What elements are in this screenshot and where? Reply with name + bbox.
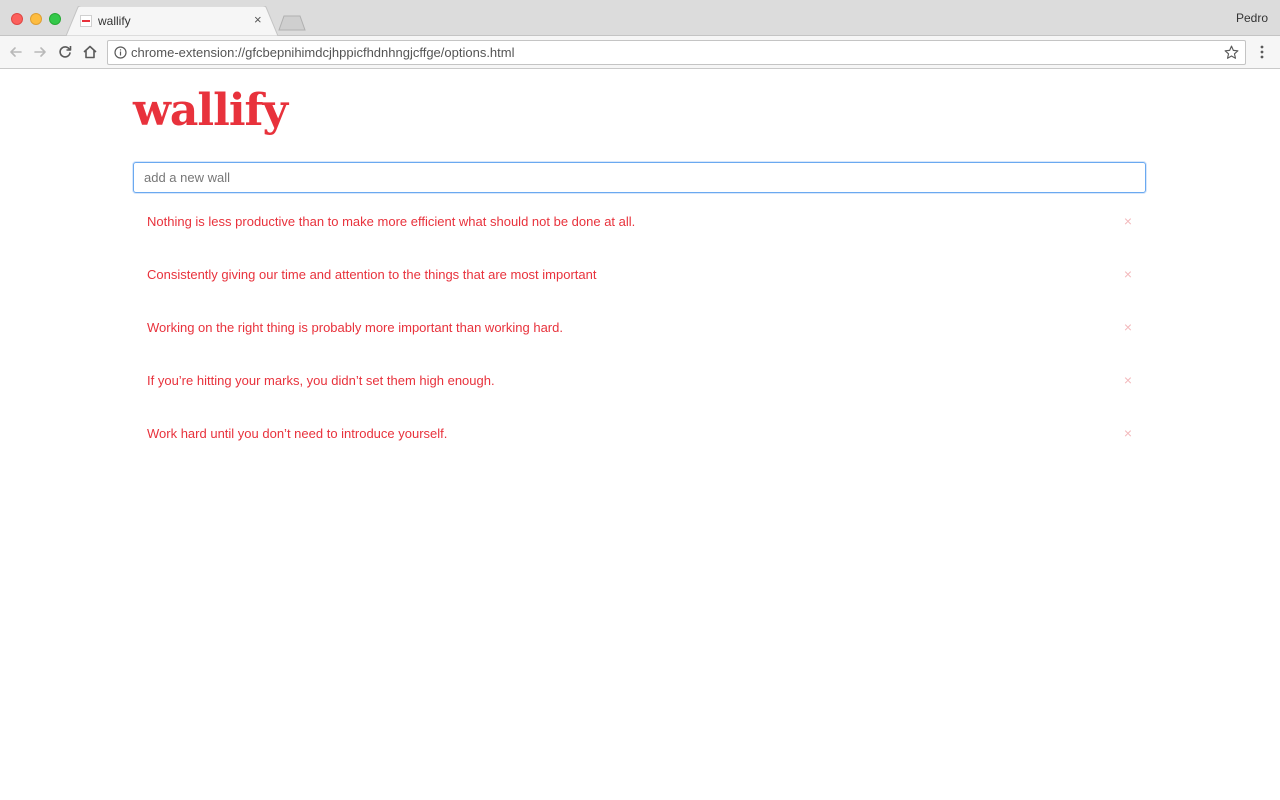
- arrow-right-icon[interactable]: [30, 42, 50, 62]
- star-icon[interactable]: [1223, 44, 1240, 61]
- wall-item: Nothing is less productive than to make …: [133, 194, 1146, 247]
- home-icon[interactable]: [80, 42, 100, 62]
- profile-name[interactable]: Pedro: [1236, 11, 1268, 25]
- remove-wall-icon[interactable]: ×: [1124, 320, 1132, 334]
- arrow-left-icon[interactable]: [6, 42, 26, 62]
- browser-window: wallify × Pedro chrome-extension://gfcbe…: [0, 0, 1280, 800]
- remove-wall-icon[interactable]: ×: [1124, 373, 1132, 387]
- window-minimize-button[interactable]: [30, 13, 42, 25]
- wall-text: Work hard until you don’t need to introd…: [147, 426, 448, 441]
- tab-bar: wallify × Pedro: [0, 0, 1280, 36]
- tab-wallify[interactable]: wallify ×: [66, 6, 278, 36]
- address-bar[interactable]: chrome-extension://gfcbepnihimdcjhppicfh…: [107, 40, 1246, 65]
- remove-wall-icon[interactable]: ×: [1124, 267, 1132, 281]
- wall-text: Nothing is less productive than to make …: [147, 214, 636, 229]
- wall-item: Work hard until you don’t need to introd…: [133, 406, 1146, 459]
- window-close-button[interactable]: [11, 13, 23, 25]
- remove-wall-icon[interactable]: ×: [1124, 214, 1132, 228]
- wallify-logo: wallify: [133, 85, 288, 136]
- wall-item: If you’re hitting your marks, you didn’t…: [133, 353, 1146, 406]
- remove-wall-icon[interactable]: ×: [1124, 426, 1132, 440]
- browser-toolbar: chrome-extension://gfcbepnihimdcjhppicfh…: [0, 36, 1280, 69]
- tab-title: wallify: [98, 14, 131, 28]
- wall-text: Consistently giving our time and attenti…: [147, 267, 597, 282]
- wall-list: Nothing is less productive than to make …: [133, 194, 1146, 459]
- wall-text: Working on the right thing is probably m…: [147, 320, 563, 335]
- reload-icon[interactable]: [55, 42, 75, 62]
- info-icon[interactable]: [114, 46, 127, 59]
- new-tab-button[interactable]: [278, 15, 306, 31]
- tab-favicon-icon: [80, 15, 92, 27]
- page-content: wallify Nothing is less productive than …: [0, 69, 1280, 800]
- address-url[interactable]: chrome-extension://gfcbepnihimdcjhppicfh…: [131, 45, 515, 60]
- tab-close-icon[interactable]: ×: [254, 12, 262, 28]
- window-maximize-button[interactable]: [49, 13, 61, 25]
- add-wall-input[interactable]: [133, 162, 1146, 193]
- more-vertical-icon[interactable]: [1252, 42, 1272, 62]
- wall-item: Consistently giving our time and attenti…: [133, 247, 1146, 300]
- wall-item: Working on the right thing is probably m…: [133, 300, 1146, 353]
- wall-text: If you’re hitting your marks, you didn’t…: [147, 373, 495, 388]
